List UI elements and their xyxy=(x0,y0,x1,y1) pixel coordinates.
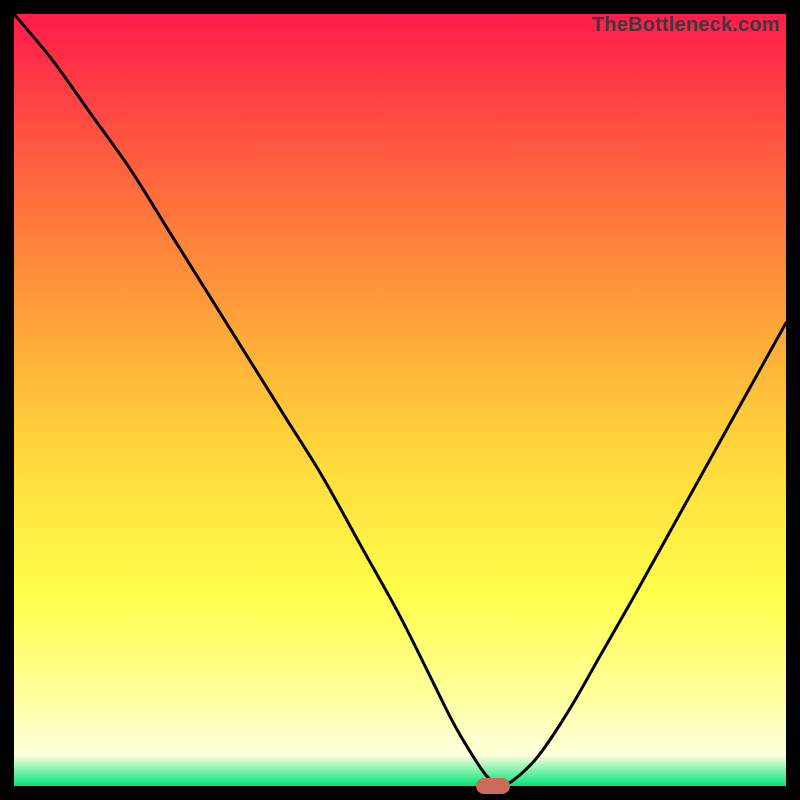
chart-frame: TheBottleneck.com xyxy=(14,14,786,786)
bottleneck-chart xyxy=(14,14,786,786)
watermark-text: TheBottleneck.com xyxy=(592,14,780,37)
optimal-marker xyxy=(476,778,510,795)
gradient-background xyxy=(14,14,786,786)
